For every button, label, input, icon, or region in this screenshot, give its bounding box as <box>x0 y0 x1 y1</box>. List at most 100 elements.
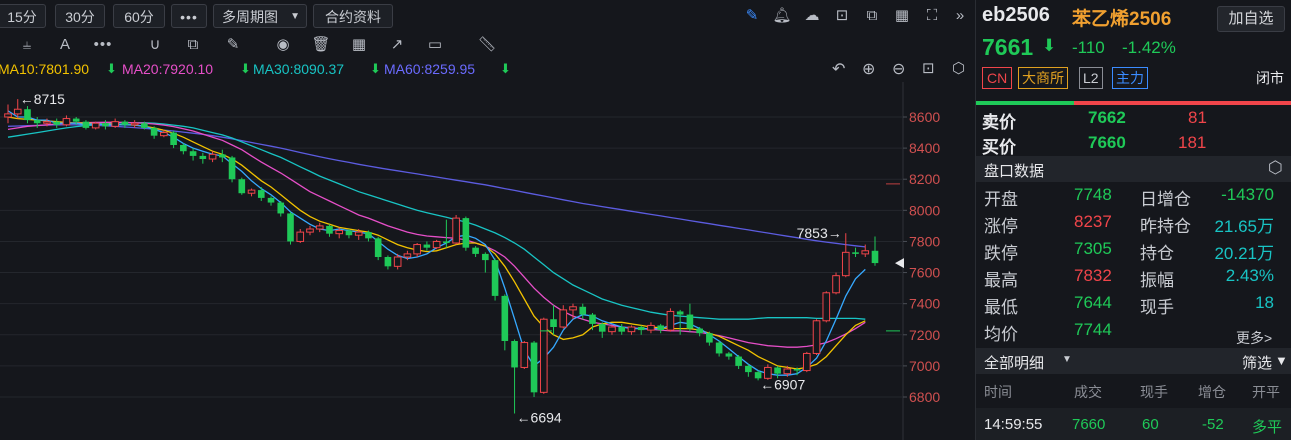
multi-period-dropdown[interactable]: 多周期图 ▼ <box>213 4 307 28</box>
add-watchlist-button[interactable]: 加自选 <box>1217 6 1285 32</box>
ask-price[interactable]: 7662 <box>1088 108 1126 128</box>
contract-name: 苯乙烯2506 <box>1072 9 1172 30</box>
edit-icon[interactable]: ✎ <box>222 34 244 56</box>
candle <box>812 319 821 355</box>
candle-body <box>403 253 412 258</box>
zoom-in-icon[interactable]: ⊕ <box>862 59 875 79</box>
candle-body <box>618 327 626 332</box>
kline-chart[interactable]: 8600 8400 8200 8000 7800 7600 7400 7200 7000 6800… <box>0 82 972 440</box>
candle <box>247 188 256 197</box>
candle <box>598 322 606 338</box>
drawing-toolbar: ⫨ A ••• ∪ ⧉ ✎ ◉ 🗑︎ ▦ ↗ ▭ 📏︎ <box>0 32 972 58</box>
candle <box>452 215 460 245</box>
table-row[interactable]: 14:59:55 7660 60 -52 多平 <box>976 408 1291 440</box>
candle-body <box>832 275 840 294</box>
stat-label: 跌停 <box>984 244 1018 263</box>
ma30-arrow-icon: ⬇ <box>370 61 381 76</box>
panel-settings-icon[interactable]: ⬡ <box>1268 158 1283 178</box>
grid-icon[interactable]: ▦ <box>348 34 370 56</box>
contract-info-button[interactable]: 合约资料 <box>313 4 393 28</box>
tag-l2: L2 <box>1079 67 1103 89</box>
candle-body <box>306 228 314 233</box>
period-15m-button[interactable]: 15分 <box>0 4 46 28</box>
more-link[interactable]: 更多> <box>1236 328 1272 348</box>
camera-icon[interactable]: ⊡ <box>832 6 852 26</box>
zoom-out-icon[interactable]: ⊖ <box>892 59 905 79</box>
share-icon[interactable]: ↗ <box>386 34 408 56</box>
bid-label: 买价 <box>982 138 1016 157</box>
candle-body <box>812 320 821 354</box>
candle-body <box>287 213 294 242</box>
panel-title: 盘口数据 <box>984 163 1045 180</box>
stat-value: -14370 <box>1221 185 1274 204</box>
candle <box>482 252 489 273</box>
candle <box>315 222 324 233</box>
candle-body <box>443 241 450 243</box>
candle-body <box>822 292 831 322</box>
price-change: -110 <box>1072 38 1105 57</box>
candle <box>686 303 694 332</box>
magnet-icon[interactable]: ∪ <box>144 34 166 56</box>
candle-body <box>559 309 568 328</box>
candle-body <box>520 342 529 368</box>
bid-price[interactable]: 7660 <box>1088 133 1126 153</box>
filter-label[interactable]: 筛选 <box>1242 352 1272 373</box>
session-status: 闭市 <box>1256 70 1284 86</box>
text-tool-icon[interactable]: A <box>54 34 76 56</box>
candle-body <box>423 244 431 248</box>
period-60m-button[interactable]: 60分 <box>113 4 165 28</box>
trash-icon[interactable]: 🗑︎ <box>310 34 332 56</box>
detail-caret-icon[interactable]: ▼ <box>1062 354 1072 365</box>
quote-panel: eb2506 苯乙烯2506 加自选 7661 ⬇ -110 -1.42% CN… <box>975 0 1291 440</box>
candle-body <box>637 327 645 331</box>
candle <box>725 351 733 360</box>
row-oi: -52 <box>1202 416 1224 433</box>
candle <box>715 341 723 357</box>
filter-icon[interactable]: ▼ <box>1275 353 1288 368</box>
candle-body <box>130 122 139 126</box>
candle-body <box>647 324 655 331</box>
ma60-value: MA60:8259.95 <box>384 61 476 77</box>
candle <box>657 323 664 334</box>
candle <box>219 149 226 163</box>
candle <box>150 126 158 139</box>
detail-header: 全部明细 ▼ 筛选 ▼ <box>976 348 1291 374</box>
fib-tool-icon[interactable]: ⫨ <box>16 34 38 56</box>
copy-window-icon[interactable]: ⧉ <box>862 6 882 26</box>
comment-icon[interactable]: ▭ <box>424 34 446 56</box>
undo-icon[interactable]: ↶ <box>832 59 845 79</box>
ma20-arrow-icon: ⬇ <box>240 61 251 76</box>
candle-body <box>326 225 333 234</box>
fullscreen-icon[interactable]: ⛶ <box>922 6 942 26</box>
row-price: 7660 <box>1072 416 1106 433</box>
candle-body <box>72 118 80 122</box>
ruler-icon[interactable]: 📏︎ <box>476 34 498 56</box>
tag-main: 主力 <box>1112 67 1148 89</box>
collapse-panel-icon[interactable]: » <box>950 6 970 26</box>
candle-body <box>257 190 265 198</box>
candle-body <box>452 217 460 244</box>
candle <box>365 230 372 242</box>
candle <box>296 229 305 243</box>
candle-body <box>4 113 12 118</box>
more-tools-icon[interactable]: ••• <box>92 34 114 56</box>
candle <box>462 216 470 251</box>
cloud-icon[interactable]: ☁ <box>802 6 822 26</box>
chart-annotations: ←8715 ←6694 ←6907 7853→ <box>20 91 842 425</box>
candle-body <box>608 326 616 333</box>
more-periods-button[interactable]: ••• <box>171 4 207 28</box>
alert-bell-icon[interactable]: 🔔︎ <box>772 6 792 26</box>
chart-settings-icon[interactable]: ⬡ <box>952 59 965 77</box>
reset-zoom-icon[interactable]: ⊡ <box>922 59 935 77</box>
candle <box>130 120 139 128</box>
stat-value: 20.21万 <box>1214 244 1274 263</box>
eye-icon[interactable]: ◉ <box>272 34 294 56</box>
layers-icon[interactable]: ⧉ <box>182 34 204 56</box>
candle-body <box>852 252 859 254</box>
indicator-panel-icon[interactable]: ▦ <box>892 6 912 26</box>
candle <box>82 120 90 130</box>
ma60-line <box>7 124 866 248</box>
period-30m-button[interactable]: 30分 <box>55 4 105 28</box>
multi-period-label: 多周期图 <box>222 9 278 25</box>
draw-pencil-icon[interactable]: ✎ <box>742 6 762 26</box>
